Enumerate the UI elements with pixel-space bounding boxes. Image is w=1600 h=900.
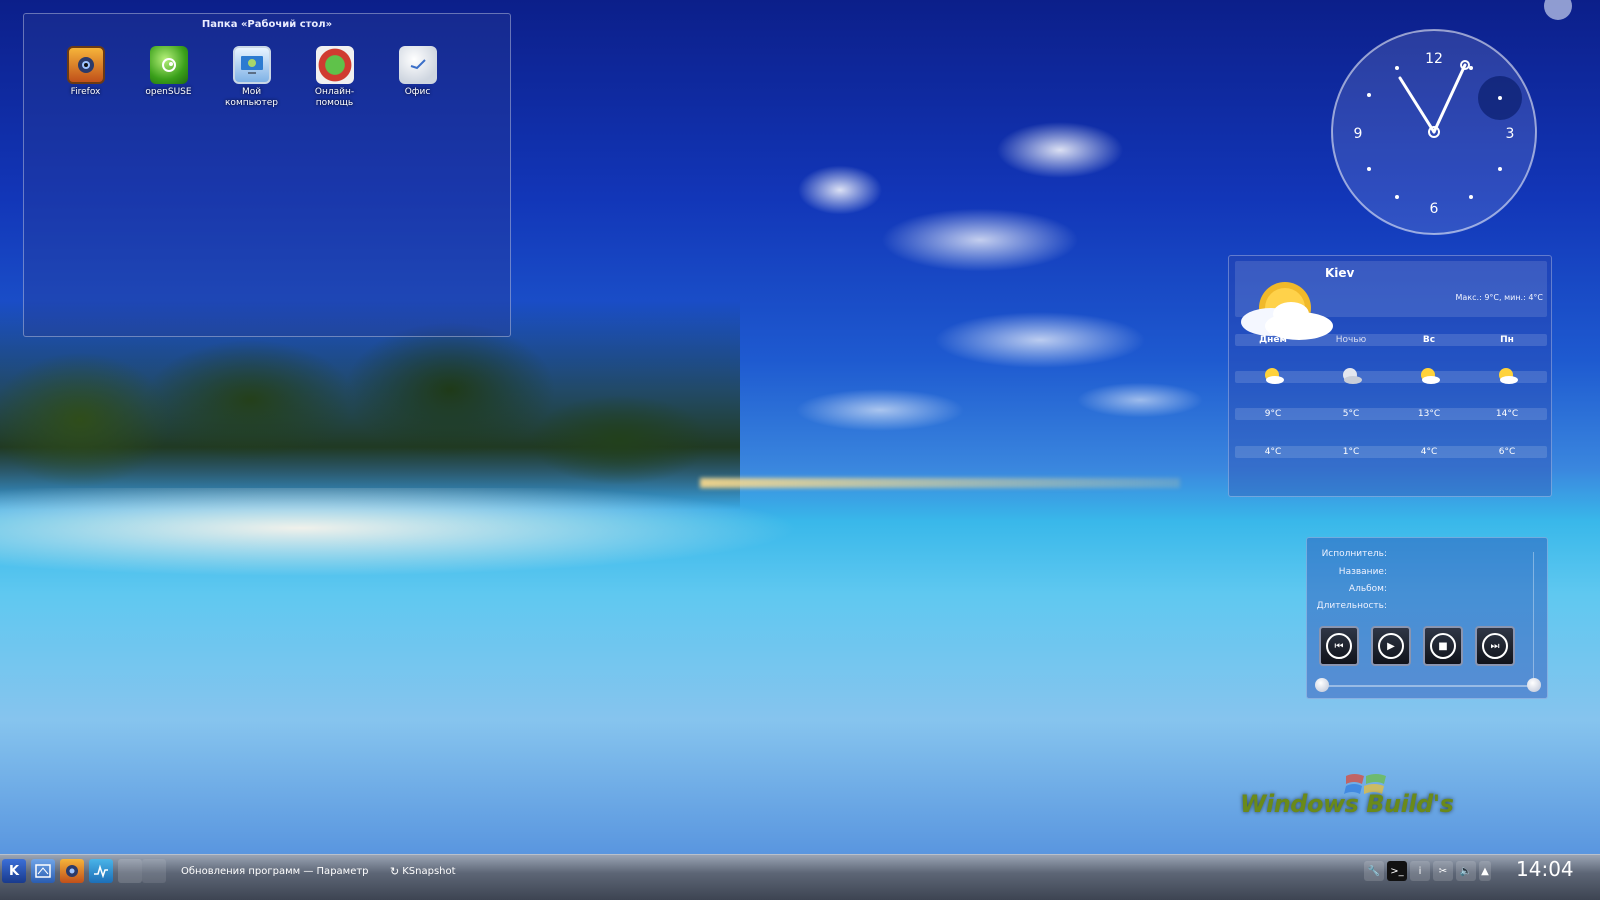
tools-icon[interactable]: 🔧: [1364, 861, 1384, 881]
weather-high-temp: 5°C: [1342, 409, 1360, 419]
weather-low-temp: 1°C: [1342, 447, 1360, 457]
desktop-icon-label: Онлайн-помощь: [314, 87, 355, 108]
next-button[interactable]: ⏭: [1475, 626, 1515, 666]
weather-high-temp: 14°C: [1495, 409, 1519, 419]
wallpaper-beach: [0, 488, 900, 608]
info-icon[interactable]: i: [1410, 861, 1430, 881]
weather-high-temp: 13°C: [1417, 409, 1441, 419]
clock-numeral-9: 9: [1354, 126, 1363, 142]
album-label: Альбом:: [1348, 584, 1387, 594]
weather-high-temp: 9°C: [1264, 409, 1282, 419]
seek-slider-handle[interactable]: [1315, 678, 1329, 692]
clock-numeral-12: 12: [1425, 51, 1443, 67]
pager-desktop-2[interactable]: [142, 859, 166, 883]
computer-icon: [232, 46, 271, 84]
tray-expand-icon[interactable]: ▲: [1479, 861, 1491, 881]
partly-sunny-icon: [1417, 366, 1441, 386]
desktop-icons: Firefox openSUSE Мой компьютер Онлайн-по…: [44, 46, 459, 109]
partly-sunny-icon: [1261, 366, 1285, 386]
desktop-icon-label: Мой компьютер: [225, 87, 278, 108]
watermark-text: Windows Build's: [1240, 790, 1454, 818]
previous-button[interactable]: ⏮: [1319, 626, 1359, 666]
folder-title: Папка «Рабочий стол»: [201, 19, 333, 30]
task-ksnapshot[interactable]: ↻ KSnapshot: [390, 859, 480, 883]
system-monitor-icon[interactable]: [89, 859, 113, 883]
weather-day-label: Днем: [1259, 335, 1287, 345]
firefox-icon: [66, 46, 105, 84]
duration-label: Длительность:: [1316, 601, 1387, 611]
kde-menu-button[interactable]: K: [2, 859, 26, 883]
office-icon: [398, 46, 437, 84]
task-label: KSnapshot: [402, 865, 456, 877]
desktop-folder-widget: Папка «Рабочий стол» Firefox openSUSE Мо…: [23, 13, 511, 337]
volume-track: [1533, 552, 1534, 686]
desktop-icon-label: openSUSE: [145, 87, 192, 97]
weather-widget: Kiev Макс.: 9°C, мин.: 4°C Днем Ночью Вс…: [1228, 255, 1552, 497]
weather-night-label: Ночью: [1335, 335, 1367, 345]
weather-sunday-label: Вс: [1422, 335, 1436, 345]
desktop-icon-opensuse[interactable]: openSUSE: [127, 46, 210, 109]
weather-low-temp: 6°C: [1498, 447, 1516, 457]
volume-icon[interactable]: 🔈: [1456, 861, 1476, 881]
desktop-icon-online-help[interactable]: Онлайн-помощь: [293, 46, 376, 109]
play-button[interactable]: ▶: [1371, 626, 1411, 666]
clock-numeral-3: 3: [1506, 126, 1515, 142]
partly-cloudy-night-icon: [1339, 366, 1363, 386]
weather-low-temp: 4°C: [1264, 447, 1282, 457]
volume-slider-handle[interactable]: [1527, 678, 1541, 692]
taskbar-clock[interactable]: 14:04: [1516, 857, 1574, 881]
taskbar: K Обновления программ — Параметры ↻ KSna…: [0, 854, 1600, 900]
desktop-toolbox-button[interactable]: [1544, 0, 1572, 20]
desktop-switch-icon[interactable]: [31, 859, 55, 883]
task-software-updates[interactable]: Обновления программ — Параметры: [178, 859, 368, 883]
wallpaper-horizon-lights: [700, 478, 1180, 488]
play-icon: ▶: [1378, 633, 1404, 659]
stop-icon: ■: [1430, 633, 1456, 659]
task-label: Обновления программ — Параметры: [181, 865, 368, 877]
title-label: Название:: [1338, 567, 1387, 577]
terminal-icon[interactable]: >_: [1387, 861, 1407, 881]
analog-clock-widget: 12 3 6 9: [1330, 28, 1538, 236]
weather-low-temp: 4°C: [1420, 447, 1438, 457]
pager-desktop-1[interactable]: [118, 859, 142, 883]
stop-button[interactable]: ■: [1423, 626, 1463, 666]
firefox-launcher-icon[interactable]: [60, 859, 84, 883]
lifebuoy-icon: [315, 46, 354, 84]
desktop-icon-office[interactable]: Офис: [376, 46, 459, 109]
weather-range: Макс.: 9°C, мин.: 4°C: [1455, 293, 1544, 302]
ksnapshot-icon: ↻: [390, 864, 400, 878]
partly-sunny-icon: [1495, 366, 1519, 386]
desktop-icon-label: Офис: [404, 87, 431, 97]
clock-numeral-6: 6: [1430, 201, 1439, 217]
scissors-icon[interactable]: ✂: [1433, 861, 1453, 881]
previous-icon: ⏮: [1326, 633, 1352, 659]
media-player-widget: Исполнитель: Название: Альбом: Длительно…: [1306, 537, 1548, 699]
desktop-icon-label: Firefox: [70, 87, 101, 97]
next-icon: ⏭: [1482, 633, 1508, 659]
seek-slider-track[interactable]: [1321, 685, 1535, 687]
desktop-icon-my-computer[interactable]: Мой компьютер: [210, 46, 293, 109]
weather-monday-label: Пн: [1500, 335, 1514, 345]
system-tray: 🔧 >_ i ✂ 🔈 ▲: [1364, 859, 1494, 883]
opensuse-icon: [149, 46, 188, 84]
desktop-icon-firefox[interactable]: Firefox: [44, 46, 127, 109]
weather-city: Kiev: [1325, 266, 1355, 280]
artist-label: Исполнитель:: [1321, 549, 1387, 559]
